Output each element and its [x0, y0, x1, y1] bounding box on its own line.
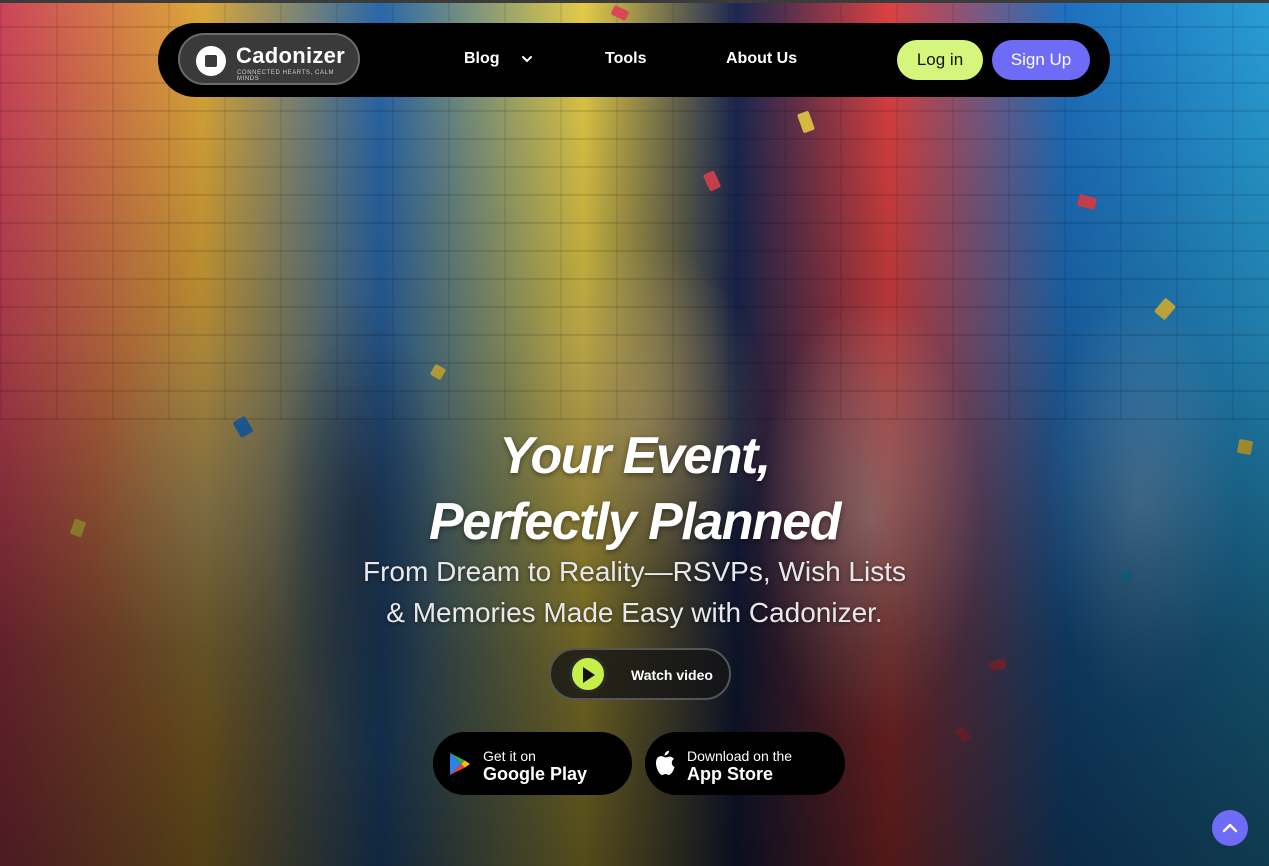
google-play-button[interactable]: Get it on Google Play: [433, 732, 632, 795]
nav-item-about-us[interactable]: About Us: [726, 50, 797, 68]
watch-video-button[interactable]: Watch video: [549, 648, 731, 700]
nav-item-tools[interactable]: Tools: [605, 50, 646, 68]
logo[interactable]: Cadonizer CONNECTED HEARTS, CALM MINDS: [178, 33, 360, 85]
app-store-button[interactable]: Download on the App Store: [645, 732, 845, 795]
watch-video-label: Watch video: [631, 667, 713, 683]
logo-mark-icon: [196, 46, 226, 76]
navbar: Cadonizer CONNECTED HEARTS, CALM MINDS B…: [158, 23, 1110, 97]
nav-item-blog[interactable]: Blog: [464, 50, 500, 68]
app-store-line1: Download on the: [687, 748, 793, 764]
signup-button[interactable]: Sign Up: [992, 40, 1090, 80]
login-button[interactable]: Log in: [897, 40, 983, 80]
scroll-to-top-button[interactable]: [1212, 810, 1248, 846]
google-play-icon: [449, 752, 471, 781]
play-icon: [569, 655, 607, 693]
hero-subtitle-line1: From Dream to Reality—RSVPs, Wish Lists: [363, 556, 906, 587]
logo-name: Cadonizer: [236, 43, 346, 68]
hero-headline-line2: Perfectly Planned: [429, 493, 841, 551]
hero-headline-line1: Your Event,: [499, 427, 771, 485]
google-play-line2: Google Play: [483, 764, 588, 784]
chevron-down-icon[interactable]: [520, 52, 534, 66]
google-play-line1: Get it on: [483, 748, 536, 764]
apple-icon: [651, 748, 677, 783]
hero-subtitle-line2: & Memories Made Easy with Cadonizer.: [386, 597, 883, 628]
logo-tagline: CONNECTED HEARTS, CALM MINDS: [237, 70, 335, 82]
browser-top-border: [0, 0, 1269, 3]
app-store-line2: App Store: [687, 764, 774, 784]
